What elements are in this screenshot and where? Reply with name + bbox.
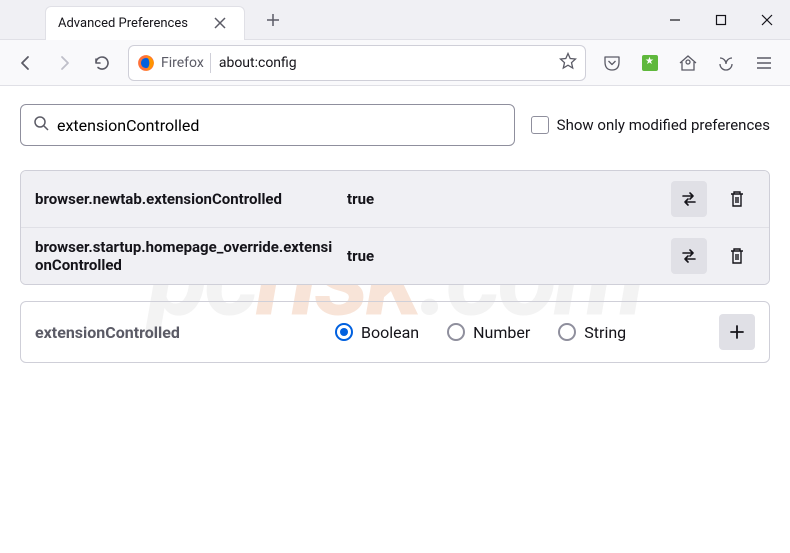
preference-row: browser.startup.homepage_override.extens… [21, 228, 769, 284]
tab-close-icon[interactable] [212, 15, 228, 31]
add-preference-button[interactable] [719, 314, 755, 350]
url-bar[interactable]: Firefox about:config [128, 45, 586, 81]
window-controls [652, 0, 790, 40]
shield-icon[interactable] [708, 45, 744, 81]
account-icon[interactable] [670, 45, 706, 81]
show-modified-checkbox-wrap[interactable]: Show only modified preferences [531, 116, 770, 134]
search-input[interactable] [57, 116, 502, 135]
new-preference-row: extensionControlled Boolean Number Strin… [20, 301, 770, 363]
preference-value: true [347, 190, 659, 208]
radio-label: Number [473, 323, 530, 342]
content-area: Show only modified preferences browser.n… [0, 86, 790, 381]
preference-name: browser.newtab.extensionControlled [35, 190, 335, 208]
radio-label: String [584, 323, 626, 342]
browser-tab[interactable]: Advanced Preferences [45, 6, 245, 40]
extension-icon[interactable] [632, 45, 668, 81]
radio-input[interactable] [558, 323, 576, 341]
radio-number[interactable]: Number [447, 323, 530, 342]
radio-input[interactable] [447, 323, 465, 341]
url-text: about:config [219, 55, 559, 71]
show-modified-checkbox[interactable] [531, 116, 549, 134]
search-box[interactable] [20, 104, 515, 146]
preference-name: browser.startup.homepage_override.extens… [35, 238, 335, 274]
bookmark-star-icon[interactable] [559, 52, 577, 74]
radio-label: Boolean [361, 323, 419, 342]
close-window-button[interactable] [744, 0, 790, 40]
url-divider [210, 53, 211, 73]
reload-button[interactable] [84, 45, 120, 81]
url-browser-label: Firefox [161, 55, 204, 71]
radio-string[interactable]: String [558, 323, 626, 342]
search-icon [33, 115, 49, 135]
maximize-button[interactable] [698, 0, 744, 40]
new-preference-name: extensionControlled [35, 323, 335, 342]
pocket-icon[interactable] [594, 45, 630, 81]
toggle-button[interactable] [671, 181, 707, 217]
show-modified-label: Show only modified preferences [557, 116, 770, 134]
toggle-button[interactable] [671, 238, 707, 274]
preference-results: browser.newtab.extensionControlled true … [20, 170, 770, 285]
delete-button[interactable] [719, 238, 755, 274]
search-row: Show only modified preferences [20, 104, 770, 146]
titlebar: Advanced Preferences [0, 0, 790, 40]
tab-title: Advanced Preferences [58, 16, 188, 31]
minimize-button[interactable] [652, 0, 698, 40]
firefox-icon [137, 54, 155, 72]
preference-value: true [347, 247, 659, 265]
radio-input[interactable] [335, 323, 353, 341]
radio-boolean[interactable]: Boolean [335, 323, 419, 342]
forward-button[interactable] [46, 45, 82, 81]
type-radio-group: Boolean Number String [335, 323, 719, 342]
delete-button[interactable] [719, 181, 755, 217]
new-tab-button[interactable] [257, 4, 289, 36]
toolbar: Firefox about:config [0, 40, 790, 86]
back-button[interactable] [8, 45, 44, 81]
preference-row: browser.newtab.extensionControlled true [21, 171, 769, 228]
menu-button[interactable] [746, 45, 782, 81]
